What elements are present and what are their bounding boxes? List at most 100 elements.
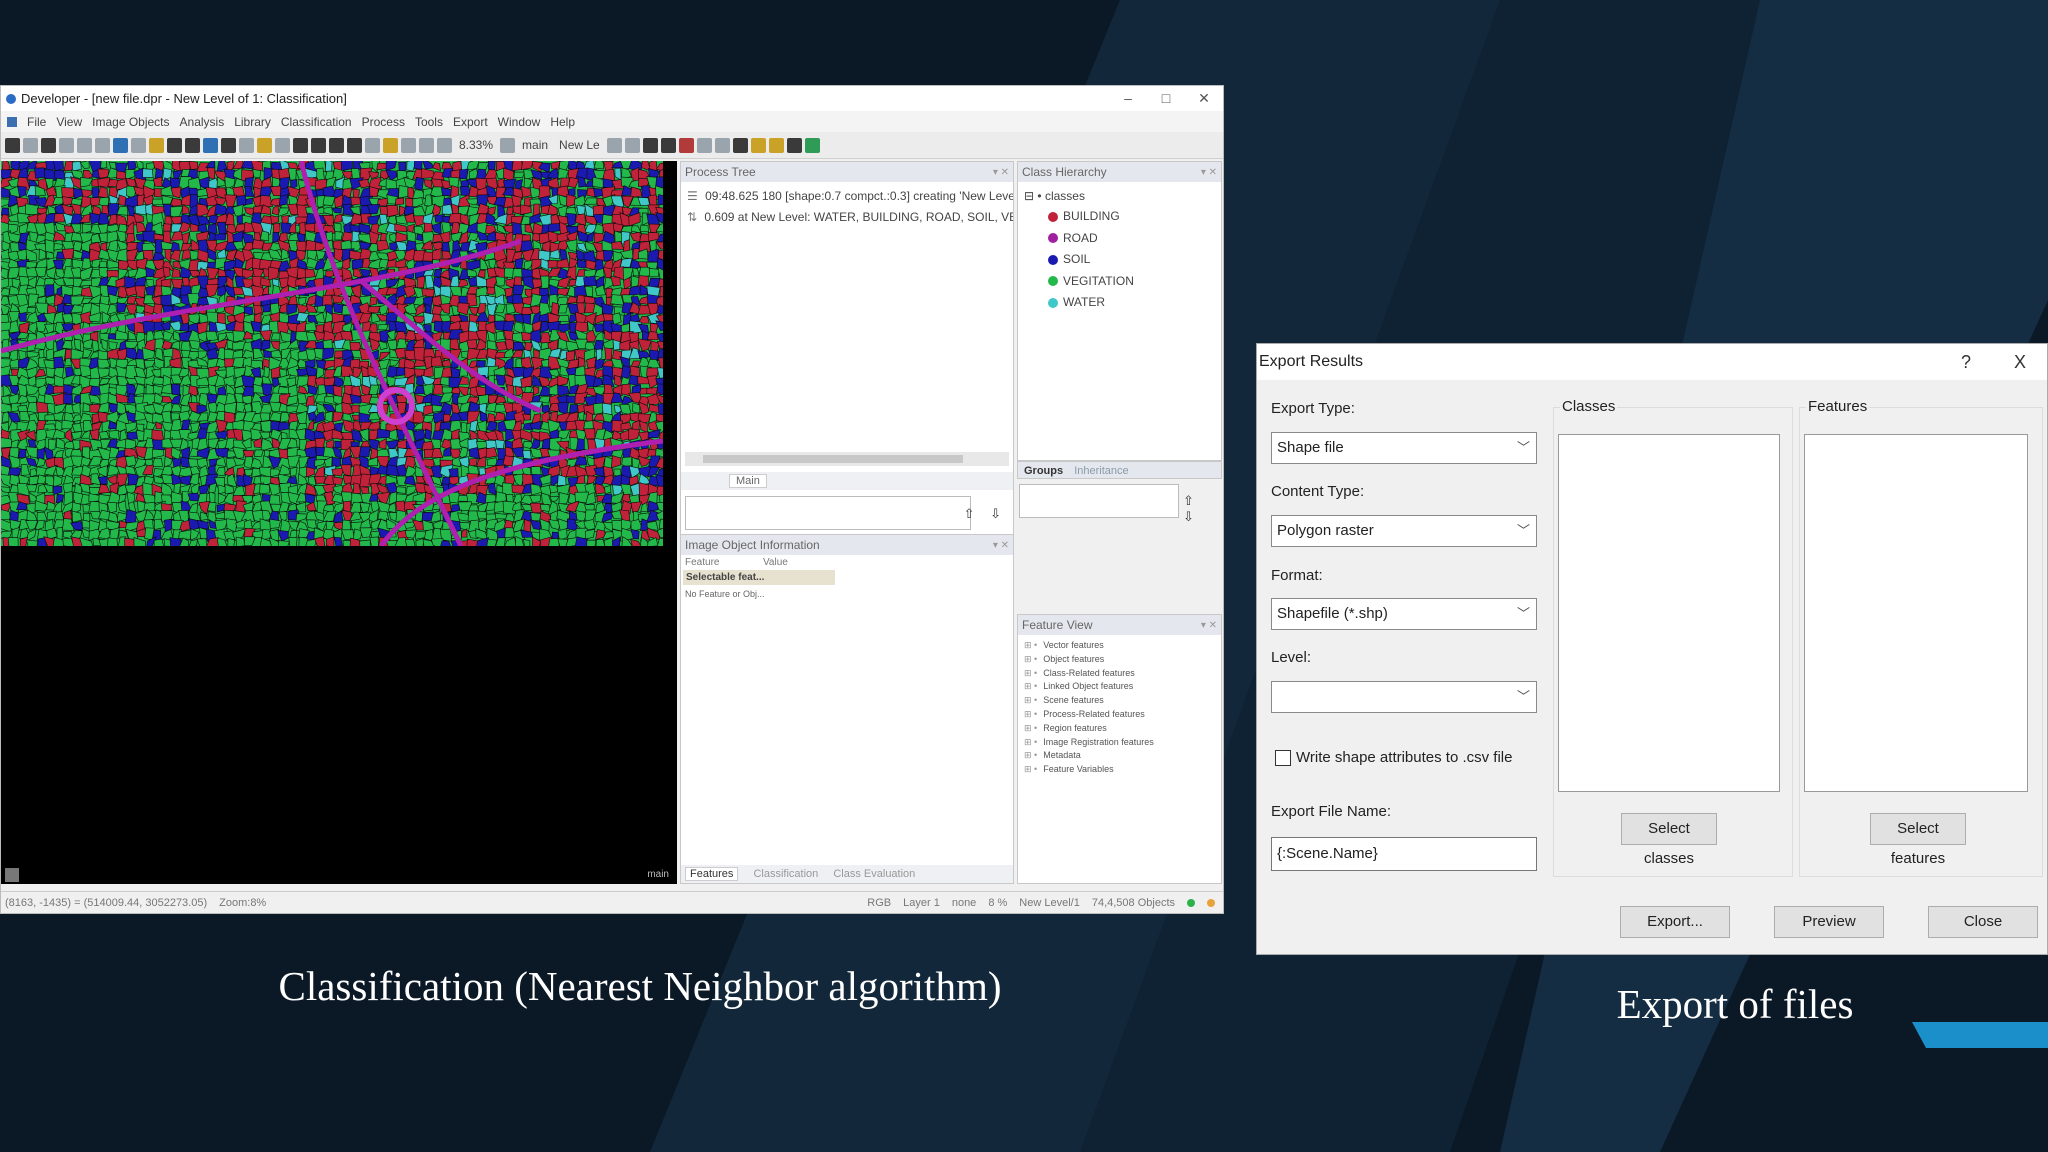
classified-map-view[interactable]: main	[1, 161, 677, 884]
new-workspace-icon[interactable]	[59, 137, 74, 153]
format-select[interactable]: Shapefile (*.shp) ﹀	[1271, 598, 1537, 630]
classes-list[interactable]	[1558, 434, 1780, 792]
outline-icon[interactable]	[642, 137, 658, 153]
level-select[interactable]: New Le	[555, 138, 604, 152]
tab-main[interactable]: Main	[729, 474, 767, 488]
csv-attributes-checkbox[interactable]: Write shape attributes to .csv file	[1275, 749, 1512, 766]
tab-classification[interactable]: Classification	[753, 868, 818, 880]
checkbox-box[interactable]	[1275, 749, 1291, 766]
class-item-vegitation[interactable]: VEGITATION	[1024, 271, 1215, 293]
hand-icon[interactable]	[365, 137, 380, 153]
manual-edit-icon[interactable]	[732, 137, 748, 153]
level-select[interactable]: ﹀	[1271, 681, 1537, 713]
menu-library[interactable]: Library	[234, 115, 271, 129]
feature-item[interactable]: ⊞ • Process-Related features	[1024, 708, 1215, 722]
feature-item[interactable]: ⊞ • Class-Related features	[1024, 667, 1215, 681]
close-window-button[interactable]: ✕	[1185, 90, 1223, 107]
feature-item[interactable]: ⊞ • Linked Object features	[1024, 680, 1215, 694]
tab-groups[interactable]: Groups	[1024, 465, 1063, 477]
view-samples-icon[interactable]	[257, 137, 272, 153]
view-grid-icon[interactable]	[185, 137, 200, 153]
feature-item[interactable]: ⊞ • Metadata	[1024, 749, 1215, 763]
level-down-icon[interactable]	[606, 137, 622, 153]
zoom-level[interactable]: 8.33%	[455, 138, 497, 152]
expand-icon[interactable]: ⊞ •	[1024, 681, 1037, 691]
pin-icon[interactable]: ▾ ✕	[1201, 620, 1217, 631]
image-layer-select[interactable]: main	[518, 138, 552, 152]
select-classes-button[interactable]: Select classes	[1621, 813, 1717, 867]
expand-icon[interactable]: ⊞ •	[1024, 709, 1037, 719]
tab-inheritance[interactable]: Inheritance	[1074, 465, 1128, 477]
menu-image-objects[interactable]: Image Objects	[92, 115, 169, 129]
export-type-select[interactable]: Shape file ﹀	[1271, 432, 1537, 464]
zoom-in-icon[interactable]	[437, 137, 452, 153]
menu-help[interactable]: Help	[550, 115, 575, 129]
process-row[interactable]: ☰ 09:48.625 180 [shape:0.7 compct.:0.3] …	[687, 186, 1013, 207]
menu-view[interactable]: View	[56, 115, 82, 129]
save-workspace-icon[interactable]	[95, 137, 110, 153]
sample-icon[interactable]	[149, 137, 164, 153]
view-layer-icon[interactable]	[203, 137, 218, 153]
class-item-building[interactable]: BUILDING	[1024, 206, 1215, 228]
redo-icon[interactable]	[714, 137, 730, 153]
menu-analysis[interactable]: Analysis	[180, 115, 225, 129]
view-classification-icon[interactable]	[221, 137, 236, 153]
pan-icon[interactable]	[401, 137, 416, 153]
feature-item[interactable]: ⊞ • Scene features	[1024, 694, 1215, 708]
menu-tools[interactable]: Tools	[415, 115, 443, 129]
class-input[interactable]	[1019, 484, 1179, 518]
layers-icon[interactable]	[131, 137, 146, 153]
feature-item[interactable]: ⊞ • Object features	[1024, 653, 1215, 667]
dialog-close-icon[interactable]: X	[1993, 352, 2047, 373]
pin-icon[interactable]: ▾ ✕	[1201, 167, 1217, 178]
content-type-select[interactable]: Polygon raster ﹀	[1271, 515, 1537, 547]
view-outline-icon[interactable]	[239, 137, 254, 153]
level-up-icon[interactable]	[624, 137, 640, 153]
select-cursor-icon[interactable]	[383, 137, 398, 153]
class-item-road[interactable]: ROAD	[1024, 228, 1215, 250]
export-button[interactable]: Export...	[1620, 906, 1730, 938]
feature-item[interactable]: ⊞ • Vector features	[1024, 639, 1215, 653]
new-project-icon[interactable]	[5, 137, 20, 153]
undo-icon[interactable]	[696, 137, 712, 153]
features-list[interactable]	[1804, 434, 2028, 792]
expand-icon[interactable]: ⊞ •	[1024, 723, 1037, 733]
feature-item[interactable]: ⊞ • Image Registration features	[1024, 736, 1215, 750]
accuracy-icon[interactable]	[786, 137, 802, 153]
feature-item[interactable]: ⊞ • Region features	[1024, 722, 1215, 736]
expand-icon[interactable]: ⊞ •	[1024, 737, 1037, 747]
panel-3-icon[interactable]	[329, 137, 344, 153]
selectable-features-row[interactable]: Selectable feat...	[683, 570, 835, 585]
tab-features[interactable]: Features	[685, 867, 739, 881]
class-move-arrows[interactable]: ⇧ ⇩	[1183, 493, 1223, 525]
sample-selection-icon[interactable]	[768, 137, 784, 153]
pin-icon[interactable]: ▾ ✕	[993, 540, 1009, 551]
sample-editor-icon[interactable]	[750, 137, 766, 153]
statistics-icon[interactable]	[804, 137, 820, 153]
zoom-fit-icon[interactable]	[500, 137, 516, 153]
stop-icon[interactable]	[678, 137, 694, 153]
horizontal-scrollbar[interactable]	[685, 452, 1009, 466]
panel-icon[interactable]	[293, 137, 308, 153]
open-workspace-icon[interactable]	[77, 137, 92, 153]
preview-button[interactable]: Preview	[1774, 906, 1884, 938]
close-button[interactable]: Close	[1928, 906, 2038, 938]
pointer-icon[interactable]	[167, 137, 182, 153]
menu-window[interactable]: Window	[498, 115, 541, 129]
tab-class-evaluation[interactable]: Class Evaluation	[833, 868, 915, 880]
split-view-icon[interactable]	[275, 137, 290, 153]
expand-icon[interactable]: ⊞ •	[1024, 640, 1037, 650]
export-file-name-input[interactable]: {:Scene.Name}	[1271, 837, 1537, 871]
pin-icon[interactable]: ▾ ✕	[993, 167, 1009, 178]
class-root[interactable]: ⊟ • classes	[1024, 186, 1215, 206]
move-arrows[interactable]: ⇧ ⇩	[964, 506, 1007, 522]
save-project-icon[interactable]	[41, 137, 56, 153]
class-item-water[interactable]: WATER	[1024, 292, 1215, 314]
maximize-button[interactable]: □	[1147, 90, 1185, 107]
menu-file[interactable]: File	[27, 115, 46, 129]
tools-icon[interactable]	[347, 137, 362, 153]
menu-classification[interactable]: Classification	[281, 115, 352, 129]
panel-2-icon[interactable]	[311, 137, 326, 153]
process-input[interactable]	[685, 496, 971, 530]
import-icon[interactable]	[113, 137, 128, 153]
